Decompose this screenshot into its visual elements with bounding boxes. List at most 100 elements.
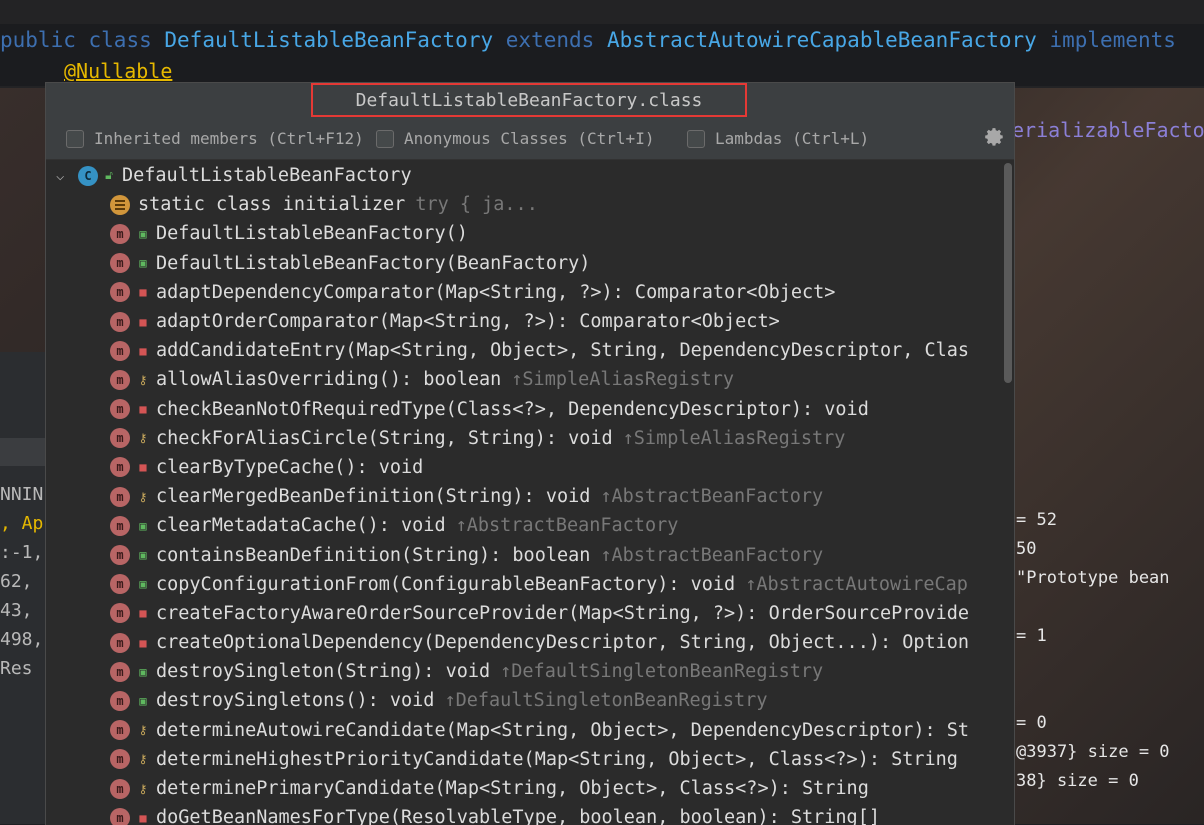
- method-icon: m: [110, 282, 130, 303]
- public-visibility-icon: ▣: [139, 256, 147, 271]
- debug-value-line: = 1: [1016, 626, 1047, 646]
- checkbox-box[interactable]: [376, 129, 394, 148]
- inherited-from-label: ↑AbstractBeanFactory: [455, 515, 679, 537]
- public-visibility-icon: ▣: [139, 693, 147, 708]
- tree-member-row[interactable]: m ⚷ allowAliasOverriding(): boolean ↑Simple…: [46, 365, 998, 394]
- method-icon: m: [110, 778, 130, 799]
- method-icon: m: [110, 399, 130, 420]
- tree-member-row[interactable]: m ■ addCandidateEntry(Map<String, Object>,…: [46, 336, 998, 365]
- method-icon: m: [110, 340, 130, 361]
- chevron-down-icon[interactable]: ⌵: [56, 168, 78, 184]
- tree-member-row[interactable]: m ⚷ determineAutowireCandidate(Map<String,…: [46, 716, 998, 745]
- tree-member-row[interactable]: m ■ createFactoryAwareOrderSourceProvider(…: [46, 599, 998, 628]
- method-icon: m: [110, 749, 130, 770]
- private-lock-icon: ■: [139, 314, 147, 329]
- console-fragment-line: NNIN: [0, 484, 44, 505]
- console-fragment-left: NNIN , Ap:-1, 62, 43, 498, Res: [0, 480, 46, 683]
- debug-value-line: 38} size = 0: [1016, 771, 1139, 791]
- inherited-from-label: try { ja...: [415, 194, 538, 216]
- lambdas-checkbox[interactable]: Lambdas (Ctrl+L): [687, 129, 869, 148]
- method-icon: m: [110, 369, 130, 390]
- tree-member-row[interactable]: m ⚷ determinePrimaryCandidate(Map<String, …: [46, 774, 998, 803]
- console-fragment-line: 498,: [0, 629, 44, 650]
- tree-member-row[interactable]: m ▣ clearMetadataCache(): void ↑AbstractBea…: [46, 511, 998, 540]
- protected-key-icon: ⚷: [138, 489, 148, 504]
- debug-value-line: [1016, 651, 1170, 680]
- tree-member-row[interactable]: static class initializer try { ja...: [46, 190, 998, 219]
- inherited-from-label: ↑AbstractAutowireCap: [745, 573, 968, 595]
- member-signature: determineAutowireCandidate(Map<String, O…: [156, 719, 970, 741]
- inherited-members-checkbox[interactable]: Inherited members (Ctrl+F12): [66, 129, 364, 148]
- method-icon: m: [110, 253, 130, 274]
- class-keyword: class: [88, 28, 152, 52]
- member-signature: static class initializer: [138, 194, 406, 216]
- method-icon: m: [110, 720, 130, 741]
- tree-member-row[interactable]: m ▣ DefaultListableBeanFactory(): [46, 219, 998, 248]
- tree-member-row[interactable]: m ▣ containsBeanDefinition(String): boolea…: [46, 540, 998, 569]
- method-icon: m: [110, 632, 130, 653]
- method-icon: m: [110, 807, 130, 825]
- method-icon: m: [110, 457, 130, 478]
- console-fragment-line: , Ap: [0, 513, 44, 534]
- public-visibility-icon: ▣: [139, 664, 147, 679]
- tree-member-row[interactable]: m ▣ destroySingleton(String): void ↑Default…: [46, 657, 998, 686]
- gear-icon[interactable]: [984, 127, 1006, 149]
- tree-member-row[interactable]: m ■ createOptionalDependency(DependencyDes…: [46, 628, 998, 657]
- console-fragment-line: Res: [0, 658, 33, 679]
- root-class-label: DefaultListableBeanFactory: [122, 165, 412, 187]
- private-lock-icon: ■: [139, 635, 147, 650]
- public-visibility-icon: ▣: [139, 577, 147, 592]
- tree-member-row[interactable]: m ▣ copyConfigurationFrom(ConfigurableBean…: [46, 570, 998, 599]
- inherited-from-label: ↑AbstractBeanFactory: [600, 544, 824, 566]
- member-signature: addCandidateEntry(Map<String, Object>, S…: [156, 340, 970, 362]
- console-fragment-line: 43,: [0, 600, 33, 621]
- debug-values-panel: = 52 50 "Prototype bean = 1 = 0 @3937} size =…: [1016, 506, 1170, 796]
- tree-member-row[interactable]: m ■ adaptOrderComparator(Map<String, ?>): …: [46, 307, 998, 336]
- protected-key-icon: ⚷: [138, 723, 148, 738]
- file-structure-popup[interactable]: DefaultListableBeanFactory.class Inherit…: [45, 82, 1015, 825]
- private-lock-icon: ■: [139, 810, 147, 825]
- debug-value-line: [1016, 680, 1170, 709]
- popup-title: DefaultListableBeanFactory.class: [311, 83, 747, 117]
- inherited-from-label: ↑DefaultSingletonBeanRegistry: [444, 690, 768, 712]
- public-visibility-icon: 🔓︎: [105, 168, 113, 183]
- tree-member-row[interactable]: m ⚷ clearMergedBeanDefinition(String): voi…: [46, 482, 998, 511]
- member-signature: allowAliasOverriding(): boolean: [156, 369, 502, 391]
- static-initializer-icon: [110, 194, 130, 215]
- tree-root-node[interactable]: ⌵ C 🔓︎ DefaultListableBeanFactory: [46, 161, 998, 190]
- structure-tree[interactable]: ⌵ C 🔓︎ DefaultListableBeanFactory static…: [46, 161, 998, 825]
- tree-member-row[interactable]: m ⚷ determineHighestPriorityCandidate(Map<…: [46, 745, 998, 774]
- checkbox-label: Lambdas (Ctrl+L): [715, 129, 870, 148]
- member-signature: clearMetadataCache(): void: [156, 515, 446, 537]
- tree-scrollbar[interactable]: [1004, 163, 1012, 383]
- tree-member-row[interactable]: m ■ clearByTypeCache(): void: [46, 453, 998, 482]
- debug-value-line: "Prototype bean: [1016, 568, 1170, 588]
- code-fragment-right: erializableFacto: [1012, 118, 1204, 142]
- method-icon: m: [110, 661, 130, 682]
- member-signature: DefaultListableBeanFactory(BeanFactory): [156, 252, 591, 274]
- checkbox-label: Anonymous Classes (Ctrl+I): [404, 129, 655, 148]
- tree-member-row[interactable]: m ■ doGetBeanNamesForType(ResolvableType, …: [46, 803, 998, 825]
- checkbox-box[interactable]: [687, 129, 705, 148]
- inherited-from-label: ↑SimpleAliasRegistry: [511, 369, 735, 391]
- private-lock-icon: ■: [139, 460, 147, 475]
- tree-member-row[interactable]: m ■ adaptDependencyComparator(Map<String, …: [46, 278, 998, 307]
- class-name: DefaultListableBeanFactory: [164, 28, 494, 52]
- method-icon: m: [110, 223, 130, 244]
- protected-key-icon: ⚷: [138, 372, 148, 387]
- anonymous-classes-checkbox[interactable]: Anonymous Classes (Ctrl+I): [376, 129, 654, 148]
- method-icon: m: [110, 515, 130, 536]
- checkbox-box[interactable]: [66, 129, 84, 148]
- class-declaration-line[interactable]: public class DefaultListableBeanFactory …: [0, 24, 1204, 56]
- tree-member-row[interactable]: m ■ checkBeanNotOfRequiredType(Class<?>, D…: [46, 395, 998, 424]
- tree-member-row[interactable]: m ▣ destroySingletons(): void ↑DefaultSingl…: [46, 686, 998, 715]
- tree-member-row[interactable]: m ⚷ checkForAliasCircle(String, String): v…: [46, 424, 998, 453]
- popup-title-bar: DefaultListableBeanFactory.class: [46, 83, 1014, 119]
- tree-member-row[interactable]: m ▣ DefaultListableBeanFactory(BeanFactory…: [46, 249, 998, 278]
- method-icon: m: [110, 486, 130, 507]
- protected-key-icon: ⚷: [138, 781, 148, 796]
- member-signature: adaptOrderComparator(Map<String, ?>): Co…: [156, 311, 780, 333]
- checkbox-label: Inherited members (Ctrl+F12): [94, 129, 364, 148]
- protected-key-icon: ⚷: [138, 431, 148, 446]
- superclass-name: AbstractAutowireCapableBeanFactory: [606, 28, 1037, 52]
